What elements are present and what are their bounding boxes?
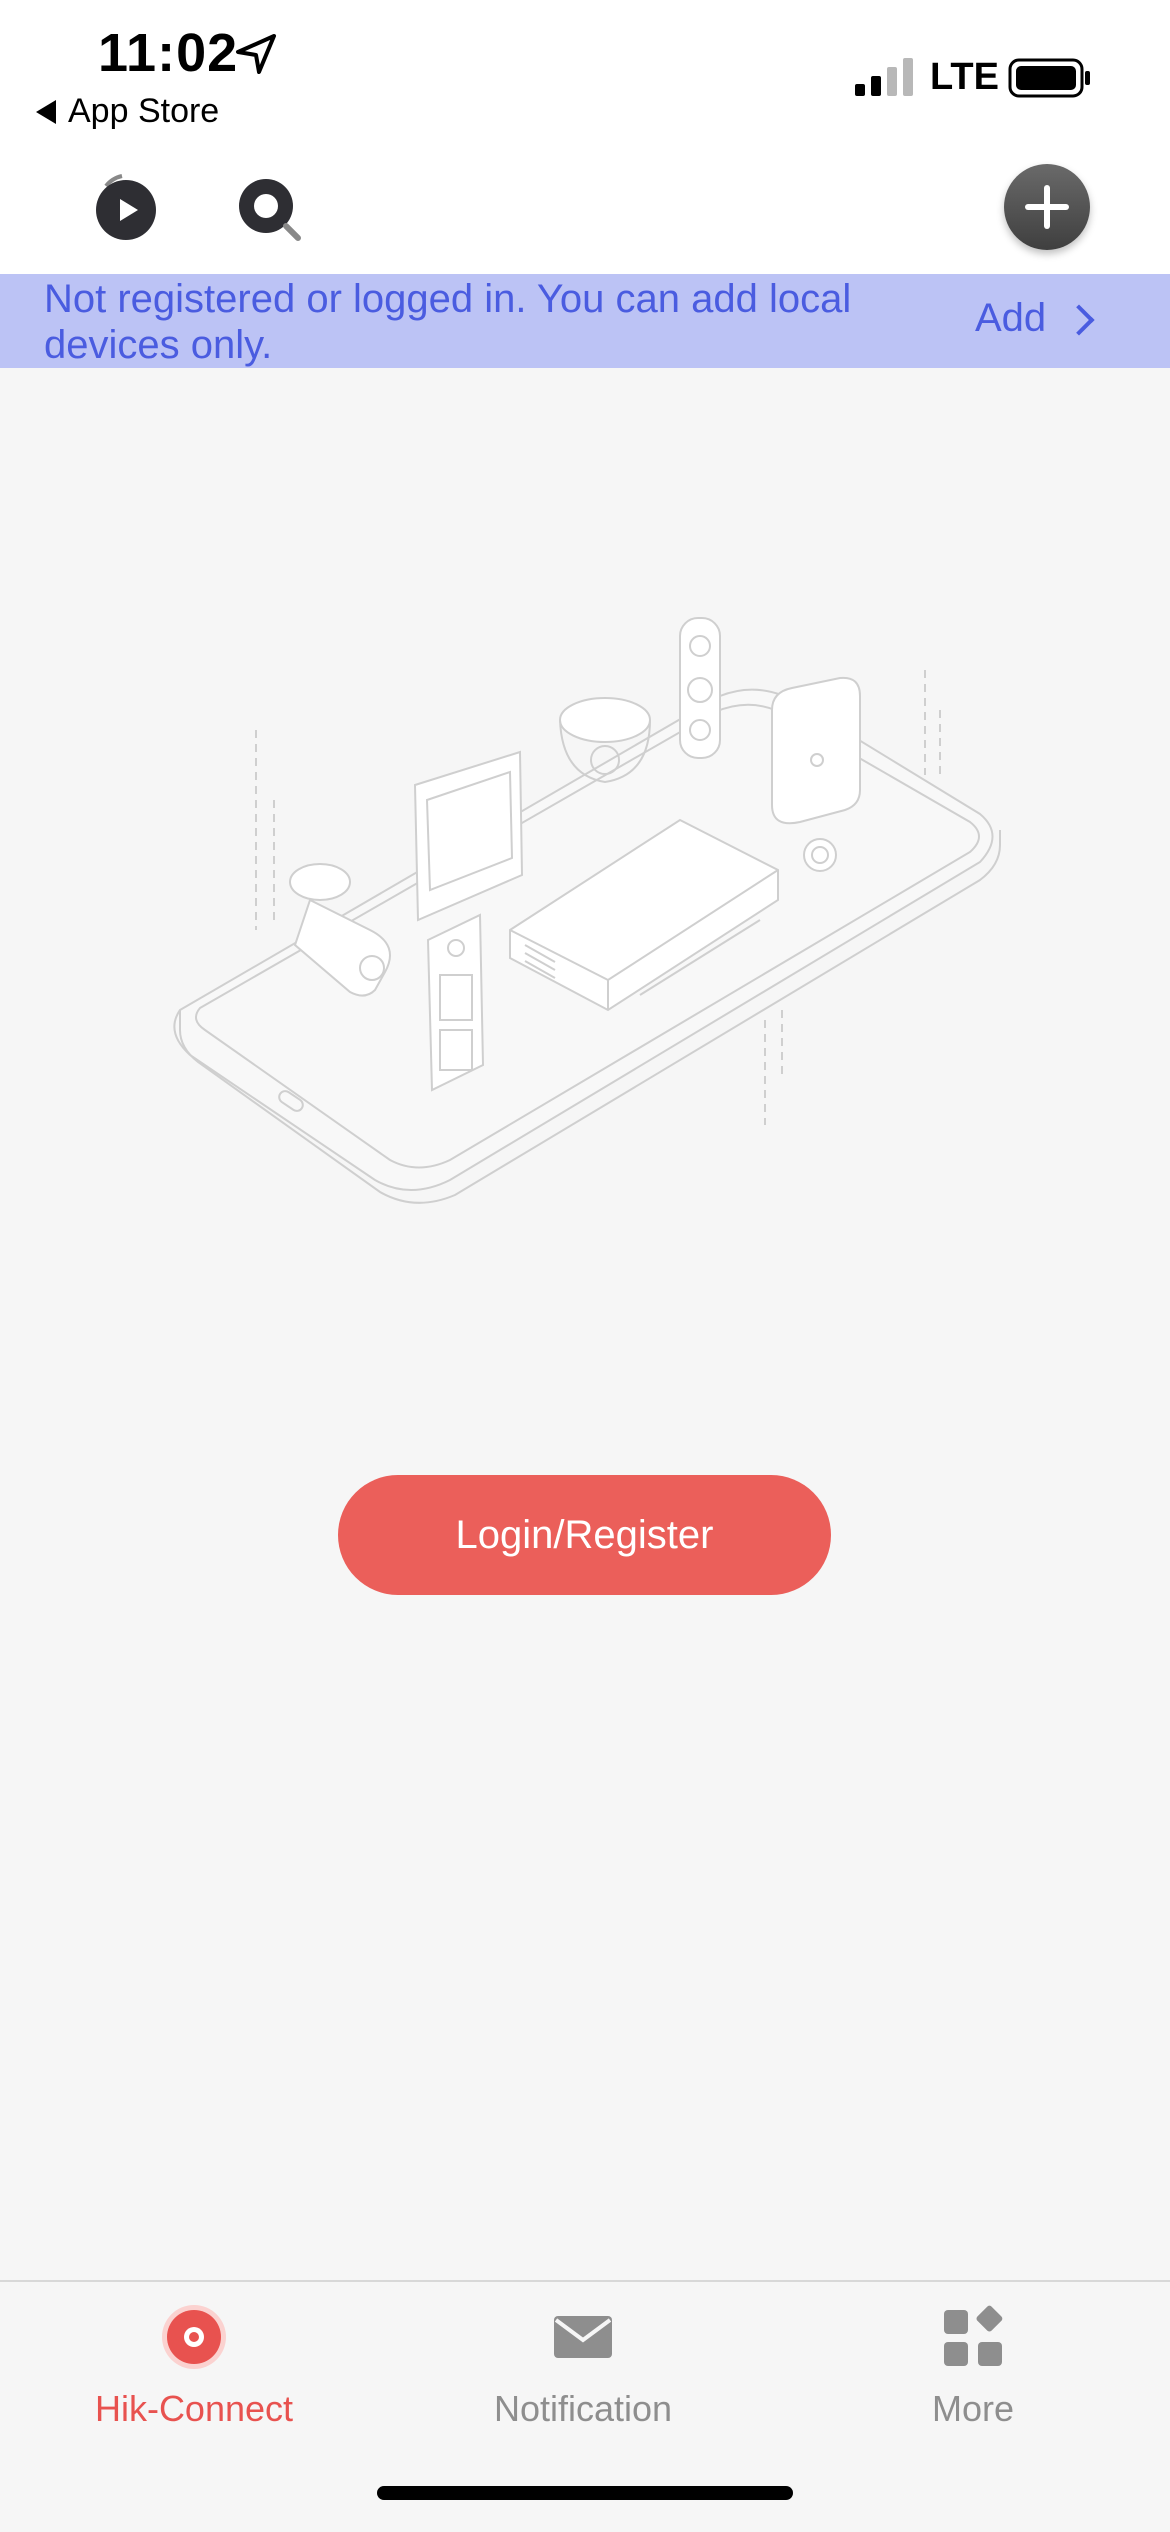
playback-icon[interactable]	[86, 166, 166, 246]
plus-icon	[1025, 185, 1069, 229]
back-to-app-store[interactable]: App Store	[36, 92, 219, 131]
top-toolbar	[0, 150, 1170, 274]
grid-icon	[944, 2305, 1003, 2366]
tab-notification[interactable]: Notification	[453, 2302, 713, 2430]
status-time: 11:02	[98, 23, 239, 83]
login-register-button[interactable]: Login/Register	[338, 1475, 831, 1595]
envelope-icon	[554, 2316, 612, 2358]
devices-on-phone-illustration	[173, 617, 1001, 1204]
location-arrow-icon	[236, 34, 276, 74]
tab-more[interactable]: More	[843, 2302, 1103, 2430]
app-screen: 11:02 App Store LTE Not registered or lo…	[0, 0, 1170, 2532]
banner-message: Not registered or logged in. You can add…	[44, 277, 852, 367]
back-triangle-icon	[36, 99, 56, 124]
home-indicator[interactable]	[377, 2486, 793, 2500]
tab-hik-connect-label: Hik-Connect	[94, 2388, 294, 2429]
search-icon[interactable]	[236, 176, 306, 246]
battery-icon	[1008, 58, 1090, 98]
back-app-label: App Store	[68, 92, 220, 130]
chevron-right-icon	[1063, 303, 1095, 336]
add-device-button[interactable]	[1004, 164, 1090, 250]
banner-add-link[interactable]: Add	[975, 296, 1095, 341]
network-type: LTE	[930, 56, 999, 98]
tab-more-label: More	[931, 2388, 1015, 2429]
cellular-signal-icon	[855, 58, 913, 96]
status-bar: 11:02 App Store LTE	[0, 0, 1170, 150]
hik-connect-icon	[162, 2305, 226, 2369]
tab-hik-connect[interactable]: Hik-Connect	[64, 2302, 324, 2430]
login-notice-banner: Not registered or logged in. You can add…	[0, 274, 1170, 368]
tab-notification-label: Notification	[493, 2388, 673, 2429]
banner-add-label: Add	[975, 296, 1047, 340]
